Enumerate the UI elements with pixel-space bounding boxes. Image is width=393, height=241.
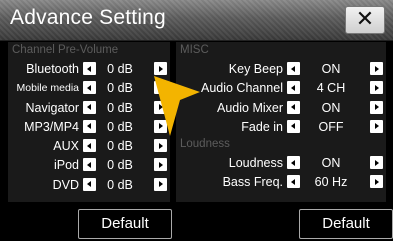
setting-value: 4 CH [316, 81, 346, 96]
setting-row-dvd: DVD 0 dB [8, 175, 170, 194]
default-button-channel-volume[interactable]: Default [78, 209, 172, 239]
setting-label: Mobile media [16, 82, 79, 95]
setting-row-bass-freq: Bass Freq. 60 Hz [176, 172, 386, 191]
setting-label: iPod [53, 158, 79, 173]
increase-arrow-icon[interactable] [154, 62, 167, 75]
increase-arrow-icon[interactable] [154, 139, 167, 153]
increase-arrow-icon[interactable] [154, 158, 167, 172]
decrease-arrow-icon[interactable] [287, 156, 300, 170]
setting-value: 0 dB [107, 139, 133, 154]
setting-value: OFF [318, 119, 344, 134]
setting-row-audio-channel: Audio Channel 4 CH [176, 78, 386, 97]
increase-arrow-icon[interactable] [154, 100, 167, 114]
setting-row-fade-in: Fade in OFF [176, 117, 386, 136]
setting-row-navigator: Navigator 0 dB [8, 98, 170, 117]
increase-arrow-icon[interactable] [370, 175, 383, 189]
setting-label: Bass Freq. [222, 175, 283, 190]
increase-arrow-icon[interactable] [370, 100, 383, 114]
close-button[interactable]: ✕ [345, 6, 385, 34]
setting-value: 0 dB [107, 62, 133, 76]
setting-value: 0 dB [107, 177, 133, 192]
misc-panel: MISC Key Beep ON Audio Channel 4 CH Audi… [176, 42, 386, 202]
setting-value: ON [321, 156, 341, 171]
decrease-arrow-icon[interactable] [83, 100, 96, 114]
increase-arrow-icon[interactable] [370, 81, 383, 95]
section-header-loudness: Loudness [180, 138, 230, 151]
setting-value: 0 dB [107, 158, 133, 173]
section-header-misc: MISC [180, 44, 209, 56]
decrease-arrow-icon[interactable] [83, 177, 96, 191]
increase-arrow-icon[interactable] [154, 177, 167, 191]
setting-value: ON [321, 100, 341, 115]
setting-label: Bluetooth [26, 62, 79, 76]
setting-label: Loudness [228, 156, 283, 171]
setting-row-audio-mixer: Audio Mixer ON [176, 98, 386, 117]
title-bar: Advance Setting ✕ [0, 0, 393, 41]
setting-value: 60 Hz [314, 175, 348, 190]
increase-arrow-icon[interactable] [370, 62, 383, 75]
channel-pre-volume-panel: Channel Pre-Volume Bluetooth 0 dB Mobile… [8, 42, 170, 202]
setting-value: ON [321, 62, 341, 76]
decrease-arrow-icon[interactable] [83, 158, 96, 172]
setting-label: MP3/MP4 [24, 119, 79, 134]
setting-label: DVD [52, 177, 79, 192]
page-title: Advance Setting [10, 6, 166, 29]
default-button-misc[interactable]: Default [299, 209, 393, 239]
increase-arrow-icon[interactable] [154, 81, 167, 95]
setting-label: Navigator [25, 100, 80, 115]
setting-row-ipod: iPod 0 dB [8, 155, 170, 174]
decrease-arrow-icon[interactable] [287, 175, 300, 189]
setting-value: 0 dB [107, 119, 133, 134]
decrease-arrow-icon[interactable] [287, 100, 300, 114]
setting-label: Audio Mixer [217, 100, 283, 115]
setting-row-bluetooth: Bluetooth 0 dB [8, 59, 170, 78]
setting-row-key-beep: Key Beep ON [176, 59, 386, 78]
setting-row-loudness: Loudness ON [176, 153, 386, 172]
setting-row-aux: AUX 0 dB [8, 136, 170, 155]
setting-row-mobile-media: Mobile media 0 dB [8, 78, 170, 97]
section-header-channel-pre-volume: Channel Pre-Volume [12, 44, 119, 56]
decrease-arrow-icon[interactable] [287, 119, 300, 133]
setting-value: 0 dB [107, 100, 133, 115]
setting-label: Audio Channel [200, 81, 283, 96]
decrease-arrow-icon[interactable] [83, 139, 96, 153]
setting-label: Key Beep [228, 62, 283, 76]
increase-arrow-icon[interactable] [370, 119, 383, 133]
increase-arrow-icon[interactable] [154, 119, 167, 133]
setting-row-mp3-mp4: MP3/MP4 0 dB [8, 117, 170, 136]
decrease-arrow-icon[interactable] [287, 62, 300, 75]
setting-value: 0 dB [107, 81, 133, 96]
setting-label: AUX [53, 139, 79, 154]
decrease-arrow-icon[interactable] [287, 81, 300, 95]
decrease-arrow-icon[interactable] [83, 81, 96, 95]
decrease-arrow-icon[interactable] [83, 62, 96, 75]
setting-label: Fade in [241, 119, 283, 134]
decrease-arrow-icon[interactable] [83, 119, 96, 133]
increase-arrow-icon[interactable] [370, 156, 383, 170]
